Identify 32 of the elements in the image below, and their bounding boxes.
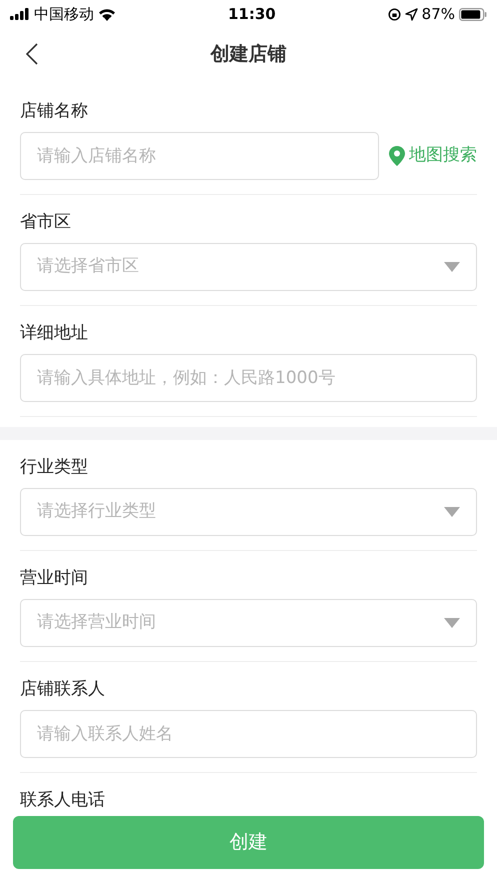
status-time: 11:30: [228, 4, 276, 25]
select-field[interactable]: 请选择省市区: [20, 243, 477, 291]
carrier-name: 中国移动: [34, 4, 94, 25]
select-placeholder: 请选择行业类型: [37, 500, 156, 524]
battery-percent: 87%: [422, 4, 455, 25]
field-label: 店铺联系人: [20, 678, 106, 701]
battery-icon: [459, 8, 487, 20]
create-button[interactable]: 创建: [13, 816, 484, 869]
caret-down-icon: [444, 507, 460, 517]
text-field[interactable]: 请输入具体地址，例如：人民路1000号: [20, 354, 477, 402]
select-field[interactable]: 请选择营业时间: [20, 599, 477, 647]
map-search-link[interactable]: 地图搜索: [389, 143, 477, 169]
field-label: 行业类型: [20, 456, 89, 479]
page-title: 创建店铺: [210, 42, 286, 67]
rotation-lock-icon: [388, 8, 401, 20]
caret-down-icon: [444, 262, 460, 272]
text-field[interactable]: 请输入店铺名称: [20, 132, 379, 180]
field-label: 营业时间: [20, 567, 89, 590]
field-label: 省市区: [20, 211, 72, 234]
select-placeholder: 请选择营业时间: [37, 611, 156, 634]
field-label: 联系人电话: [20, 789, 106, 812]
caret-down-icon: [444, 618, 460, 628]
location-arrow-icon: [404, 8, 418, 20]
signal-icon: [10, 8, 30, 20]
back-chevron-icon: [26, 43, 38, 65]
wifi-icon: [98, 8, 116, 20]
select-field[interactable]: 请选择行业类型: [20, 488, 477, 536]
select-placeholder: 请选择省市区: [37, 255, 139, 278]
field-label: 店铺名称: [20, 100, 89, 123]
field-label: 详细地址: [20, 322, 89, 345]
text-field[interactable]: 请输入联系人姓名: [20, 710, 477, 758]
location-pin-icon: [389, 146, 405, 166]
